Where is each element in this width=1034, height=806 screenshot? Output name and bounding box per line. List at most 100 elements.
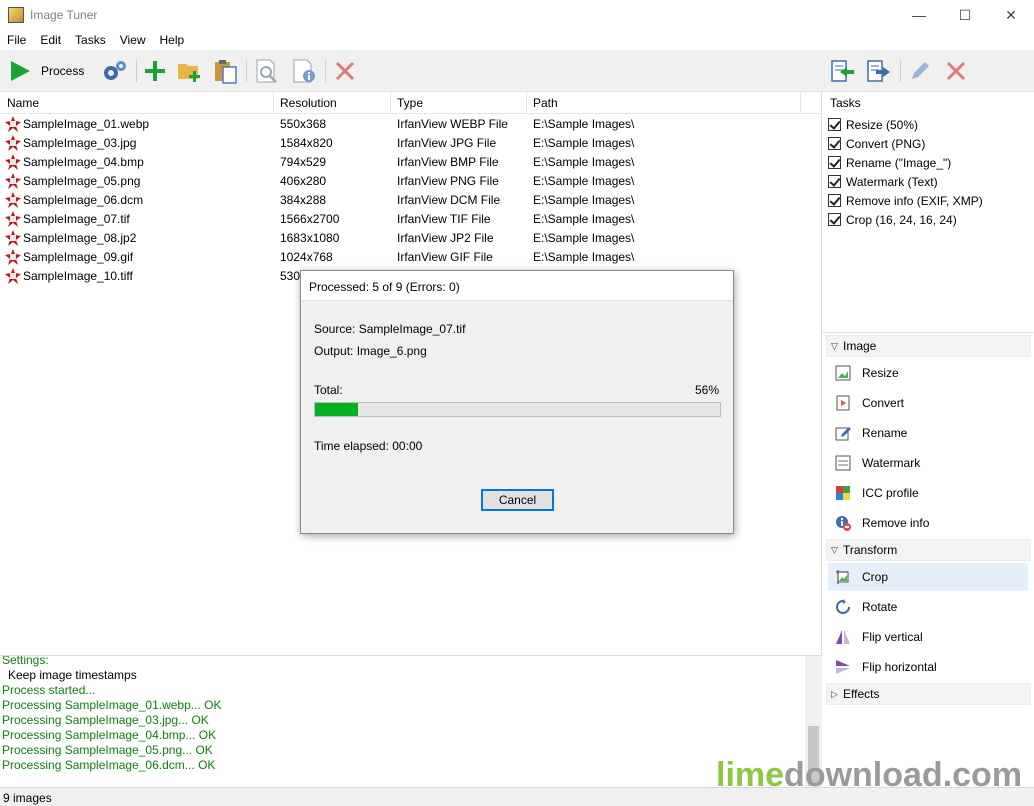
group-effects[interactable]: ▷ Effects (826, 683, 1031, 705)
cell-resolution: 794x529 (280, 155, 327, 169)
info-remove-icon (834, 514, 852, 532)
menu-edit[interactable]: Edit (33, 30, 68, 50)
cell-path: E:\Sample Images\ (533, 212, 635, 226)
action-rename[interactable]: Rename (828, 419, 1028, 447)
table-row[interactable]: SampleImage_07.tif 1566x2700 IrfanView T… (0, 210, 822, 229)
file-image-icon (5, 268, 21, 284)
cell-path: E:\Sample Images\ (533, 193, 635, 207)
task-item[interactable]: Convert (PNG) (828, 134, 925, 153)
file-image-icon (5, 230, 21, 246)
task-label: Resize (50%) (846, 117, 919, 132)
toolbar-separator (325, 60, 326, 82)
table-row[interactable]: SampleImage_08.jp2 1683x1080 IrfanView J… (0, 229, 822, 248)
action-label: Remove info (862, 516, 930, 530)
column-divider[interactable] (390, 92, 391, 114)
settings-button[interactable] (100, 57, 128, 85)
action-convert[interactable]: Convert (828, 389, 1028, 417)
table-row[interactable]: SampleImage_09.gif 1024x768 IrfanView GI… (0, 248, 822, 267)
progress-dialog: Processed: 5 of 9 (Errors: 0) Source: Sa… (300, 270, 734, 534)
group-transform[interactable]: ▽ Transform (826, 539, 1031, 561)
task-item[interactable]: Resize (50%) (828, 115, 918, 134)
task-item[interactable]: Rename ("Image_") (828, 153, 951, 172)
file-list-header: Name Resolution Type Path (0, 92, 822, 114)
menu-tasks[interactable]: Tasks (68, 30, 113, 50)
title-bar: Image Tuner — ☐ ✕ (0, 0, 1034, 30)
task-checkbox[interactable] (828, 137, 841, 150)
preview-button[interactable] (254, 57, 280, 85)
cell-type: IrfanView JPG File (397, 136, 497, 150)
group-image[interactable]: ▽ Image (826, 335, 1031, 357)
task-checkbox[interactable] (828, 194, 841, 207)
time-elapsed: Time elapsed: 00:00 (314, 439, 423, 453)
table-row[interactable]: SampleImage_06.dcm 384x288 IrfanView DCM… (0, 191, 822, 210)
column-type[interactable]: Type (397, 96, 423, 110)
task-label: Remove info (EXIF, XMP) (846, 193, 983, 208)
action-flip-horizontal[interactable]: Flip horizontal (828, 653, 1028, 681)
cancel-button[interactable]: Cancel (481, 489, 554, 511)
log-pane[interactable]: Settings: Keep image timestamps Process … (0, 655, 822, 787)
task-item[interactable]: Watermark (Text) (828, 172, 938, 191)
process-label: Process (41, 64, 85, 78)
table-row[interactable]: SampleImage_05.png 406x280 IrfanView PNG… (0, 172, 822, 191)
export-tasks-button[interactable] (866, 57, 892, 85)
add-files-button[interactable] (143, 57, 167, 85)
column-name[interactable]: Name (7, 96, 39, 110)
action-label: Resize (862, 366, 899, 380)
log-line: Processing SampleImage_03.jpg... OK (2, 713, 209, 727)
import-tasks-button[interactable] (830, 57, 856, 85)
table-row[interactable]: SampleImage_04.bmp 794x529 IrfanView BMP… (0, 153, 822, 172)
close-button[interactable]: ✕ (988, 0, 1034, 30)
task-checkbox[interactable] (828, 175, 841, 188)
task-item[interactable]: Crop (16, 24, 16, 24) (828, 210, 957, 229)
action-rotate[interactable]: Rotate (828, 593, 1028, 621)
action-remove-info[interactable]: Remove info (828, 509, 1028, 537)
menu-help[interactable]: Help (153, 30, 192, 50)
panel-splitter[interactable] (823, 332, 1034, 333)
action-crop[interactable]: Crop (828, 563, 1028, 591)
column-resolution[interactable]: Resolution (280, 96, 337, 110)
add-folder-button[interactable] (177, 57, 203, 85)
action-watermark[interactable]: Watermark (828, 449, 1028, 477)
cell-path: E:\Sample Images\ (533, 155, 635, 169)
chevron-down-icon: ▽ (831, 544, 838, 555)
delete-task-button[interactable] (945, 57, 967, 85)
plus-icon (145, 61, 165, 81)
edit-task-button[interactable] (908, 57, 932, 85)
crop-icon (834, 568, 852, 586)
action-icc-profile[interactable]: ICC profile (828, 479, 1028, 507)
color-grid-icon (834, 484, 852, 502)
minimize-button[interactable]: — (896, 0, 942, 30)
toolbar-separator (136, 60, 137, 82)
process-button[interactable]: Process (8, 57, 84, 85)
task-label: Rename ("Image_") (846, 155, 952, 170)
maximize-button[interactable]: ☐ (942, 0, 988, 30)
task-checkbox[interactable] (828, 213, 841, 226)
column-divider[interactable] (273, 92, 274, 114)
source-file: Source: SampleImage_07.tif (314, 322, 466, 336)
cell-resolution: 1683x1080 (280, 231, 340, 245)
rename-icon (834, 424, 852, 442)
column-path[interactable]: Path (533, 96, 558, 110)
log-line: Processing SampleImage_01.webp... OK (2, 698, 222, 712)
convert-icon (834, 394, 852, 412)
progress-percent: 56% (694, 383, 719, 397)
task-checkbox[interactable] (828, 156, 841, 169)
cell-name: SampleImage_09.gif (23, 250, 134, 264)
menu-file[interactable]: File (0, 30, 33, 50)
file-info-button[interactable] (291, 57, 317, 85)
table-row[interactable]: SampleImage_01.webp 550x368 IrfanView WE… (0, 115, 822, 134)
action-resize[interactable]: Resize (828, 359, 1028, 387)
menu-view[interactable]: View (113, 30, 153, 50)
column-divider[interactable] (526, 92, 527, 114)
column-divider[interactable] (800, 92, 801, 114)
action-label: Crop (862, 570, 889, 584)
cell-name: SampleImage_03.jpg (23, 136, 137, 150)
cell-type: IrfanView TIF File (397, 212, 491, 226)
remove-files-button[interactable] (334, 57, 356, 85)
action-flip-vertical[interactable]: Flip vertical (828, 623, 1028, 651)
paste-button[interactable] (212, 57, 238, 85)
task-checkbox[interactable] (828, 118, 841, 131)
resize-icon (834, 364, 852, 382)
task-item[interactable]: Remove info (EXIF, XMP) (828, 191, 983, 210)
table-row[interactable]: SampleImage_03.jpg 1584x820 IrfanView JP… (0, 134, 822, 153)
